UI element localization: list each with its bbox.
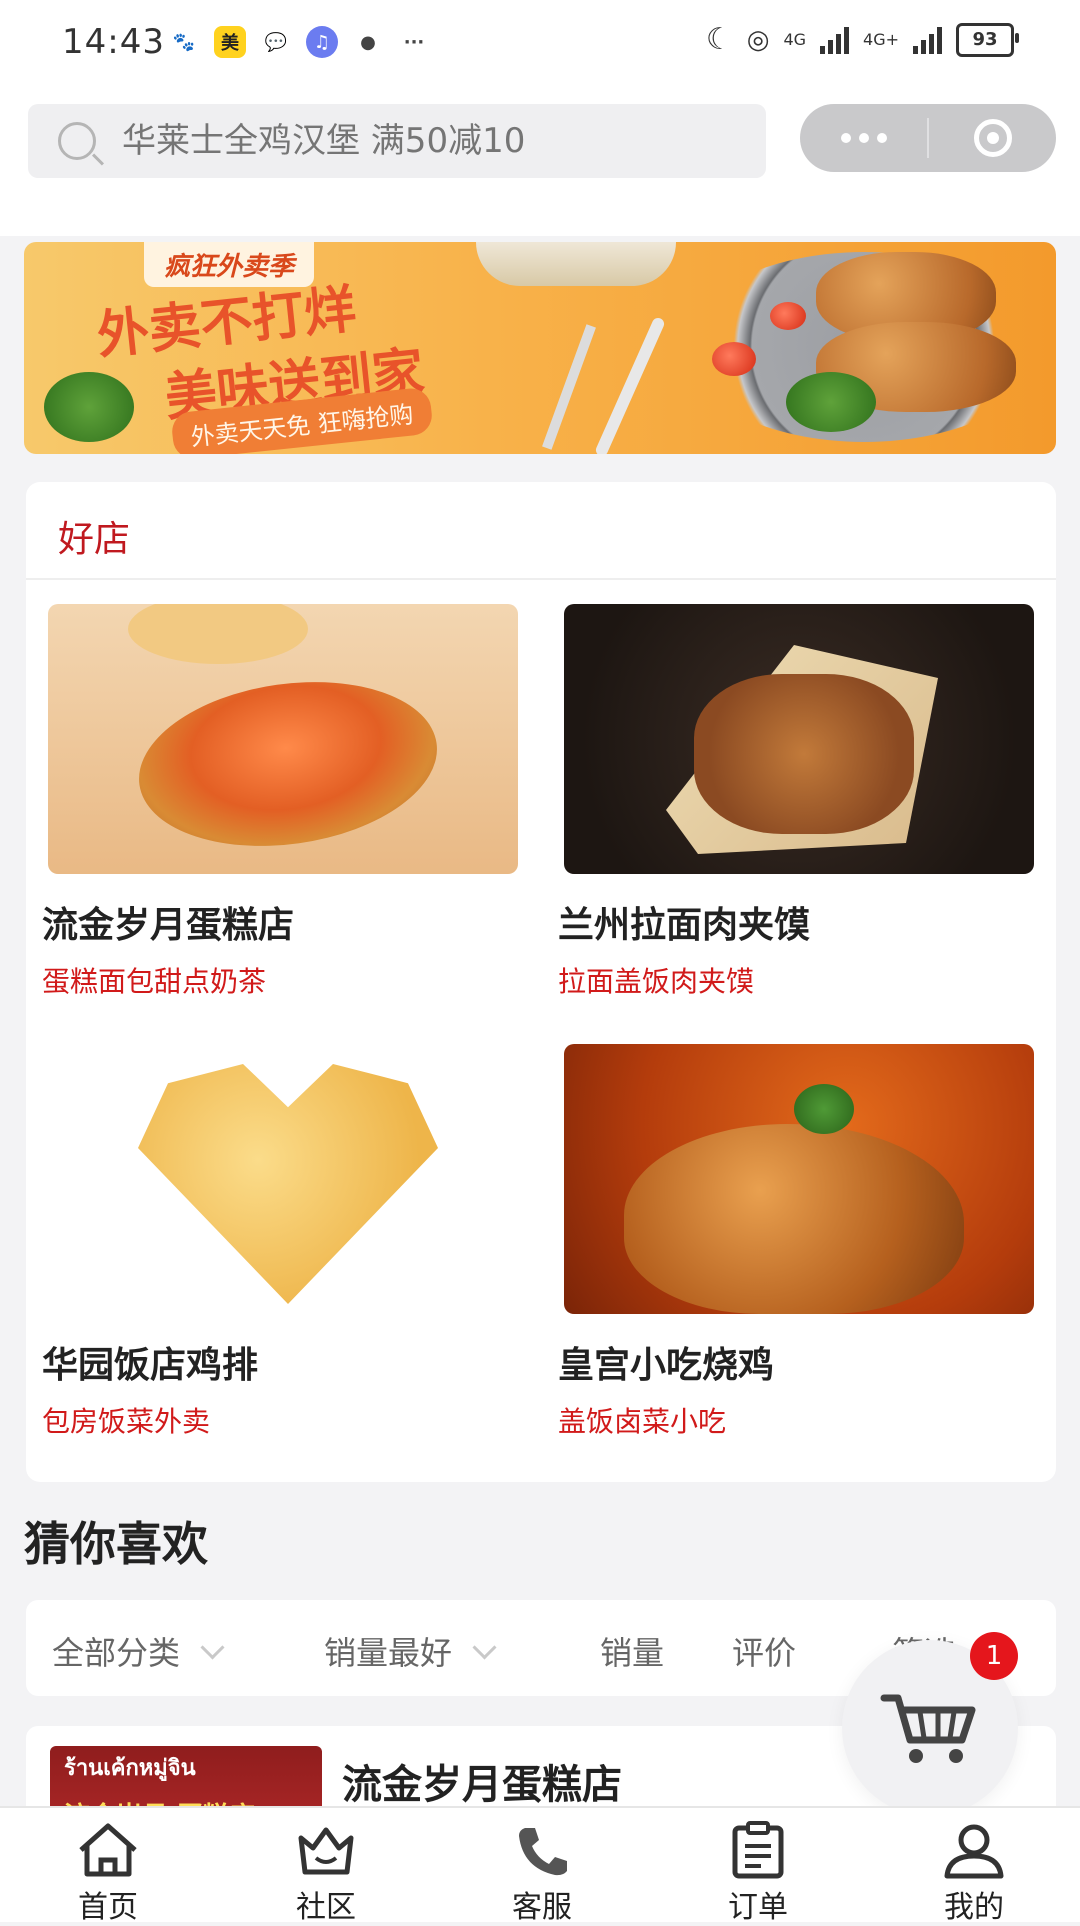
miniprogram-capsule [800,104,1056,172]
fork-image [542,324,596,450]
close-button[interactable] [929,119,1056,157]
good-shops-card: 好店 流金岁月蛋糕店 蛋糕面包甜点奶茶 兰州拉面肉夹馍 拉面盖饭肉夹馍 华园饭店… [26,482,1056,1482]
more-dots-icon: ··· [403,31,425,53]
tab-label: 订单 [728,1890,788,1925]
shop-card[interactable]: 兰州拉面肉夹馍 拉面盖饭肉夹馍 [558,604,1034,1000]
close-circle-icon [973,119,1012,157]
shop-image [564,1044,1034,1314]
good-shops-title: 好店 [58,519,131,560]
filter-sales[interactable]: 销量 [600,1628,664,1674]
chevron-down-icon [472,1634,497,1660]
more-button[interactable] [800,133,927,143]
tomato-image [712,342,756,376]
shop-name: 流金岁月蛋糕店 [342,1762,622,1808]
shop-name: 流金岁月蛋糕店 [42,905,295,946]
shop-name: 华园饭店鸡排 [42,1345,259,1386]
shop-name: 兰州拉面肉夹馍 [558,905,811,946]
broccoli-image-2 [786,372,876,432]
signal2-icon [913,26,942,54]
net2-label: 4G+ [863,30,899,49]
header [0,84,1080,236]
cart-badge: 1 [970,1632,1018,1680]
signal1-icon [820,26,850,54]
shop-image [48,1044,518,1314]
search-icon [58,122,96,160]
battery-icon: 93 [956,22,1019,57]
moon-icon: ☾ [705,22,733,57]
tomato-image-2 [770,302,806,330]
shop-name: 皇宫小吃烧鸡 [558,1345,775,1386]
promo-banner[interactable]: 疯狂外卖季 外卖不打烊 美味送到家 外卖天天免 狂嗨抢购 [24,242,1056,454]
home-icon [79,1823,137,1877]
broccoli-image [44,372,134,442]
search-input[interactable] [120,120,724,162]
filter-label: 评价 [732,1634,797,1672]
shop-card[interactable]: 流金岁月蛋糕店 蛋糕面包甜点奶茶 [42,604,518,1000]
community-icon [298,1827,354,1875]
shop-tags: 拉面盖饭肉夹馍 [558,965,755,998]
net1-label: 4G [783,30,807,49]
tab-orders[interactable]: 订单 [678,1820,838,1926]
tab-bar: 首页 社区 客服 订单 我的 [0,1806,1080,1925]
tab-label: 我的 [944,1890,1004,1925]
bread-image [476,242,676,286]
status-bar: 14:43 🐾 美 💬 ♫ ● ··· ☾ ◎ 4G 4G+ 93 [0,0,1080,84]
cart-icon [880,1694,976,1763]
filter-rating[interactable]: 评价 [732,1628,796,1674]
tab-community[interactable]: 社区 [246,1820,406,1926]
meituan-icon: 美 [214,26,246,58]
filter-all-categories[interactable]: 全部分类 [52,1628,225,1674]
divider [26,578,1056,580]
filter-label: 全部分类 [52,1634,181,1672]
baidu-icon: 🐾 [172,31,196,53]
tab-label: 客服 [512,1890,572,1925]
shop-image [48,604,518,874]
hotspot-icon: ◎ [746,24,770,55]
shop-sign-thai: ร้านเค้กหมู่จิน [64,1756,196,1781]
shop-card[interactable]: 华园饭店鸡排 包房饭菜外卖 [42,1044,518,1440]
shop-tags: 蛋糕面包甜点奶茶 [42,965,267,998]
clipboard-icon [732,1821,784,1879]
shop-tags: 盖饭卤菜小吃 [558,1405,727,1438]
shop-image [564,604,1034,874]
shop-card[interactable]: 皇宫小吃烧鸡 盖饭卤菜小吃 [558,1044,1034,1440]
battery-level: 93 [972,29,998,50]
status-right: ☾ ◎ 4G 4G+ 93 [705,22,1019,57]
status-time: 14:43 [62,22,165,62]
search-bar[interactable] [28,104,766,178]
tab-profile[interactable]: 我的 [894,1820,1054,1926]
tab-service[interactable]: 客服 [462,1820,622,1926]
tab-label: 社区 [296,1890,356,1925]
shop-tags: 包房饭菜外卖 [42,1405,211,1438]
phone-icon [519,1828,567,1876]
tab-home[interactable]: 首页 [28,1820,188,1926]
chat-bubble-icon: 💬 [264,31,288,53]
chevron-down-icon [200,1634,225,1660]
user-icon [944,1824,1004,1879]
filter-label: 销量 [600,1634,665,1672]
music-icon: ♫ [306,26,338,58]
filter-label: 销量最好 [324,1634,453,1672]
status-app-icons: 🐾 美 💬 ♫ ● ··· [168,26,430,58]
message-icon: ● [360,31,376,53]
tab-label: 首页 [78,1890,138,1925]
guess-title: 猜你喜欢 [24,1517,208,1571]
knife-image [594,316,666,454]
filter-best-sales[interactable]: 销量最好 [324,1628,497,1674]
